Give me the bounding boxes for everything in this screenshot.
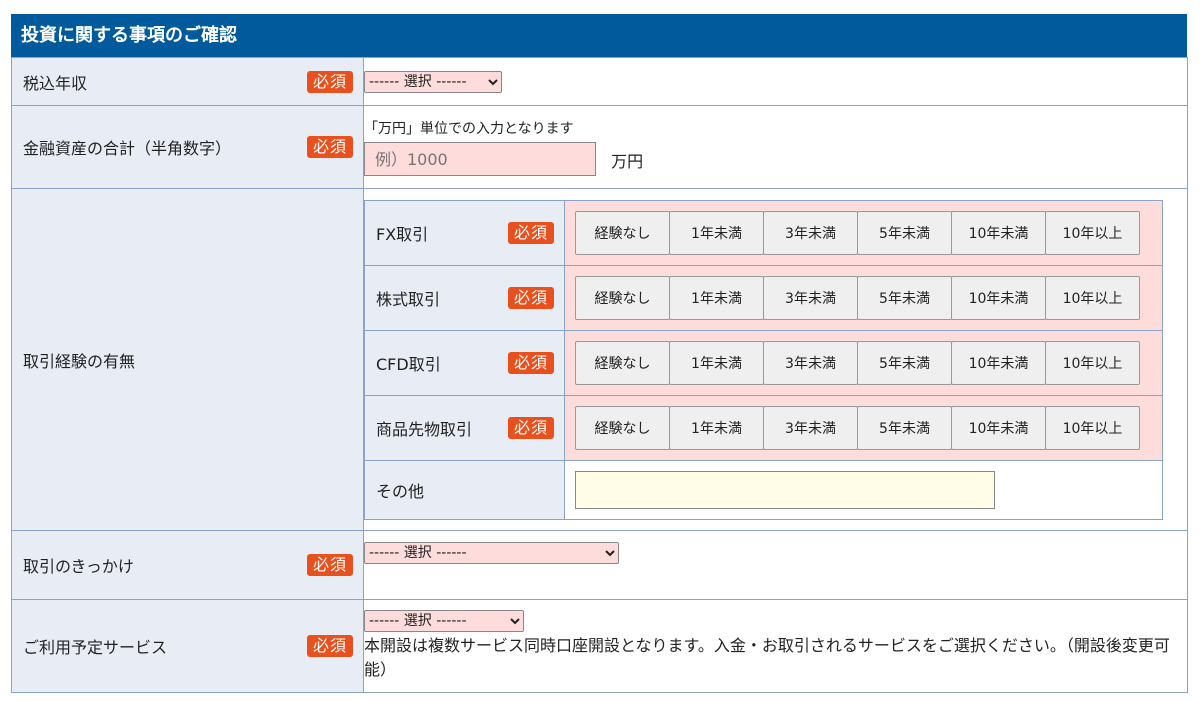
- section-title: 投資に関する事項のご確認: [11, 14, 1187, 57]
- experience-other-label: その他: [376, 481, 425, 501]
- income-value-cell: ------ 選択 ------: [363, 57, 1188, 106]
- required-badge: 必須: [306, 136, 353, 158]
- service-label: ご利用予定サービス: [23, 638, 168, 657]
- income-label: 税込年収: [23, 73, 88, 93]
- trigger-row: 取引のきっかけ 必須 ------ 選択 ------: [11, 530, 1188, 600]
- assets-row: 金融資産の合計（半角数字） 必須 「万円」単位での入力となります 万円: [11, 105, 1188, 189]
- experience-item-label: CFD取引: [376, 354, 441, 374]
- option-under-3y-button[interactable]: 3年未満: [763, 210, 858, 255]
- option-over-10y-button[interactable]: 10年以上: [1045, 210, 1140, 255]
- experience-item-label: 商品先物取引: [376, 419, 473, 439]
- experience-row-fx: FX取引 必須 経験なし 1年未満 3年未満 5年未満 10年未満 10年以上: [364, 199, 1163, 266]
- option-under-1y-button[interactable]: 1年未満: [669, 340, 764, 385]
- experience-item-label-cell: CFD取引 必須: [364, 329, 565, 396]
- experience-inner-table: FX取引 必須 経験なし 1年未満 3年未満 5年未満 10年未満 10年以上 …: [364, 199, 1163, 520]
- option-under-3y-button[interactable]: 3年未満: [763, 340, 858, 385]
- option-under-5y-button[interactable]: 5年未満: [857, 405, 952, 450]
- experience-item-label-cell: FX取引 必須: [364, 199, 565, 266]
- investment-form-table: 税込年収 必須 ------ 選択 ------ 金融資産の合計（半角数字） 必…: [11, 57, 1188, 693]
- required-badge: 必須: [507, 286, 554, 309]
- experience-value-cell: FX取引 必須 経験なし 1年未満 3年未満 5年未満 10年未満 10年以上 …: [363, 188, 1188, 531]
- option-none-button[interactable]: 経験なし: [575, 340, 670, 385]
- option-under-1y-button[interactable]: 1年未満: [669, 405, 764, 450]
- experience-item-label-cell: 商品先物取引 必須: [364, 394, 565, 461]
- option-none-button[interactable]: 経験なし: [575, 210, 670, 255]
- experience-row-other: その他: [364, 459, 1163, 520]
- experience-button-group: 経験なし 1年未満 3年未満 5年未満 10年未満 10年以上: [575, 275, 1152, 320]
- assets-label: 金融資産の合計（半角数字）: [23, 139, 232, 158]
- option-under-1y-button[interactable]: 1年未満: [669, 210, 764, 255]
- option-under-3y-button[interactable]: 3年未満: [763, 275, 858, 320]
- service-label-cell: ご利用予定サービス 必須: [11, 599, 364, 693]
- required-badge: 必須: [507, 416, 554, 439]
- experience-label: 取引経験の有無: [23, 351, 136, 371]
- option-over-10y-button[interactable]: 10年以上: [1045, 340, 1140, 385]
- experience-options-cell: 経験なし 1年未満 3年未満 5年未満 10年未満 10年以上: [564, 329, 1163, 396]
- option-over-10y-button[interactable]: 10年以上: [1045, 405, 1140, 450]
- experience-row: 取引経験の有無 FX取引 必須 経験なし 1年未満 3年未満 5年未満 10年未…: [11, 188, 1188, 531]
- option-over-10y-button[interactable]: 10年以上: [1045, 275, 1140, 320]
- option-under-3y-button[interactable]: 3年未満: [763, 405, 858, 450]
- trigger-value-cell: ------ 選択 ------: [363, 530, 1188, 600]
- service-value-cell: ------ 選択 ------ 本開設は複数サービス同時口座開設となります。入…: [363, 599, 1188, 693]
- option-none-button[interactable]: 経験なし: [575, 275, 670, 320]
- experience-row-cfd: CFD取引 必須 経験なし 1年未満 3年未満 5年未満 10年未満 10年以上: [364, 329, 1163, 396]
- trigger-label: 取引のきっかけ: [23, 557, 134, 576]
- assets-label-cell: 金融資産の合計（半角数字） 必須: [11, 105, 364, 189]
- income-row: 税込年収 必須 ------ 選択 ------: [11, 57, 1188, 106]
- assets-input[interactable]: [364, 142, 596, 176]
- option-under-5y-button[interactable]: 5年未満: [857, 275, 952, 320]
- assets-value-cell: 「万円」単位での入力となります 万円: [363, 105, 1188, 189]
- required-badge: 必須: [306, 635, 353, 657]
- experience-button-group: 経験なし 1年未満 3年未満 5年未満 10年未満 10年以上: [575, 340, 1152, 385]
- required-badge: 必須: [507, 221, 554, 244]
- experience-options-cell: 経験なし 1年未満 3年未満 5年未満 10年未満 10年以上: [564, 199, 1163, 266]
- trigger-select[interactable]: ------ 選択 ------: [364, 542, 619, 564]
- option-under-10y-button[interactable]: 10年未満: [951, 340, 1046, 385]
- service-select[interactable]: ------ 選択 ------: [364, 610, 524, 632]
- experience-item-label-cell: 株式取引 必須: [364, 264, 565, 331]
- experience-other-cell: [564, 459, 1163, 520]
- required-badge: 必須: [306, 554, 353, 576]
- income-select[interactable]: ------ 選択 ------: [364, 70, 502, 93]
- assets-unit: 万円: [611, 152, 644, 171]
- experience-button-group: 経験なし 1年未満 3年未満 5年未満 10年未満 10年以上: [575, 210, 1152, 255]
- service-note: 本開設は複数サービス同時口座開設となります。入金・お取引されるサービスをご選択く…: [364, 636, 1170, 679]
- experience-other-input[interactable]: [575, 470, 995, 509]
- experience-options-cell: 経験なし 1年未満 3年未満 5年未満 10年未満 10年以上: [564, 264, 1163, 331]
- option-under-1y-button[interactable]: 1年未満: [669, 275, 764, 320]
- income-label-cell: 税込年収 必須: [11, 57, 364, 106]
- required-badge: 必須: [306, 70, 353, 93]
- option-under-5y-button[interactable]: 5年未満: [857, 340, 952, 385]
- option-under-10y-button[interactable]: 10年未満: [951, 275, 1046, 320]
- experience-item-label: FX取引: [376, 224, 429, 244]
- experience-item-label: 株式取引: [376, 289, 441, 309]
- service-row: ご利用予定サービス 必須 ------ 選択 ------ 本開設は複数サービス…: [11, 599, 1188, 693]
- experience-other-label-cell: その他: [364, 459, 565, 520]
- experience-row-stock: 株式取引 必須 経験なし 1年未満 3年未満 5年未満 10年未満 10年以上: [364, 264, 1163, 331]
- trigger-label-cell: 取引のきっかけ 必須: [11, 530, 364, 600]
- option-under-10y-button[interactable]: 10年未満: [951, 405, 1046, 450]
- option-none-button[interactable]: 経験なし: [575, 405, 670, 450]
- required-badge: 必須: [507, 351, 554, 374]
- option-under-5y-button[interactable]: 5年未満: [857, 210, 952, 255]
- experience-button-group: 経験なし 1年未満 3年未満 5年未満 10年未満 10年以上: [575, 405, 1152, 450]
- experience-row-commodity: 商品先物取引 必須 経験なし 1年未満 3年未満 5年未満 10年未満 10年以…: [364, 394, 1163, 461]
- option-under-10y-button[interactable]: 10年未満: [951, 210, 1046, 255]
- experience-label-cell: 取引経験の有無: [11, 188, 364, 531]
- experience-options-cell: 経験なし 1年未満 3年未満 5年未満 10年未満 10年以上: [564, 394, 1163, 461]
- assets-hint: 「万円」単位での入力となります: [364, 121, 574, 137]
